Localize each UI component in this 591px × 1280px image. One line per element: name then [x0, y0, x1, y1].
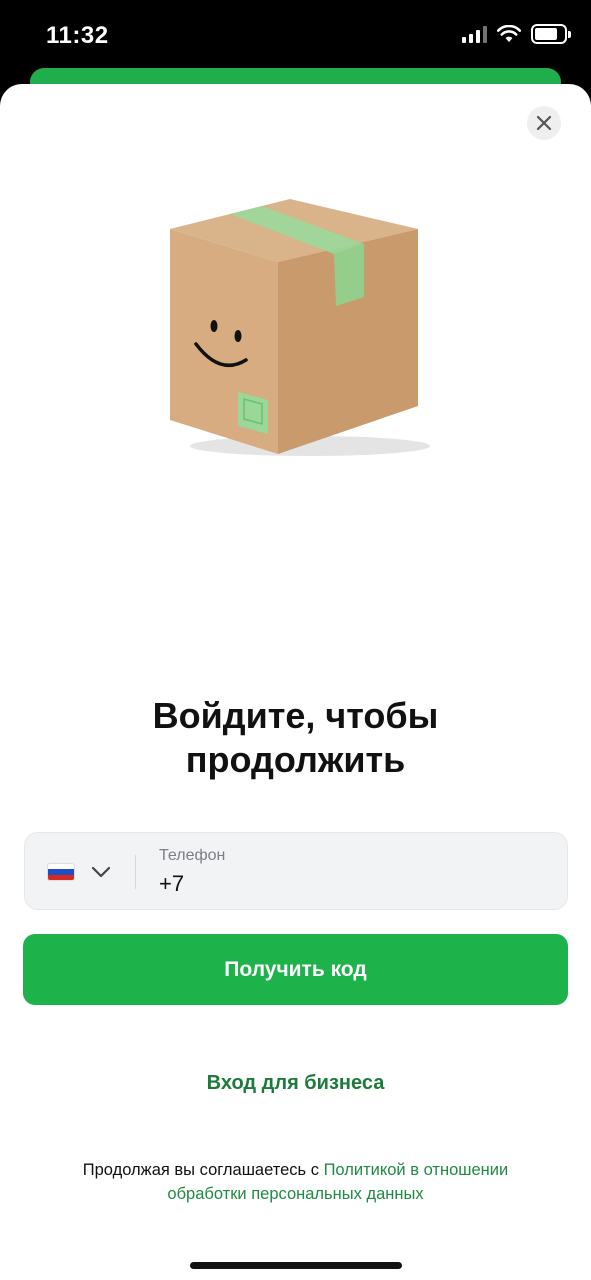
status-icons	[462, 24, 571, 44]
signal-icon	[462, 25, 487, 43]
consent-prefix: Продолжая вы соглашаетесь с	[82, 1161, 324, 1179]
phone-input[interactable]: +7	[159, 871, 184, 897]
battery-icon	[531, 24, 571, 44]
login-sheet: Войдите, чтобы продолжить Телефон +7 Пол…	[0, 84, 591, 1280]
russia-flag-icon	[47, 863, 75, 881]
title-line-2: продолжить	[185, 739, 406, 780]
box-illustration	[170, 199, 430, 456]
status-time: 11:32	[46, 22, 109, 49]
close-button[interactable]	[527, 106, 561, 140]
field-divider	[135, 855, 136, 889]
title-line-1: Войдите, чтобы	[152, 695, 439, 736]
get-code-button[interactable]: Получить код	[23, 934, 568, 1005]
business-login-link[interactable]: Вход для бизнеса	[0, 1072, 591, 1095]
home-indicator	[190, 1262, 402, 1269]
privacy-policy-link-line1[interactable]: Политикой в отношении	[324, 1161, 509, 1179]
phone-label: Телефон	[159, 847, 226, 864]
status-bar: 11:32	[0, 0, 591, 70]
country-code-select[interactable]	[47, 833, 147, 911]
close-icon	[536, 115, 552, 131]
phone-field[interactable]: Телефон +7	[24, 832, 568, 910]
wifi-icon	[497, 25, 521, 42]
privacy-policy-link-line2[interactable]: обработки персональных данных	[167, 1185, 423, 1203]
page-title: Войдите, чтобы продолжить	[40, 694, 551, 782]
consent-text: Продолжая вы соглашаетесь с Политикой в …	[30, 1158, 561, 1206]
chevron-down-icon	[91, 866, 111, 878]
